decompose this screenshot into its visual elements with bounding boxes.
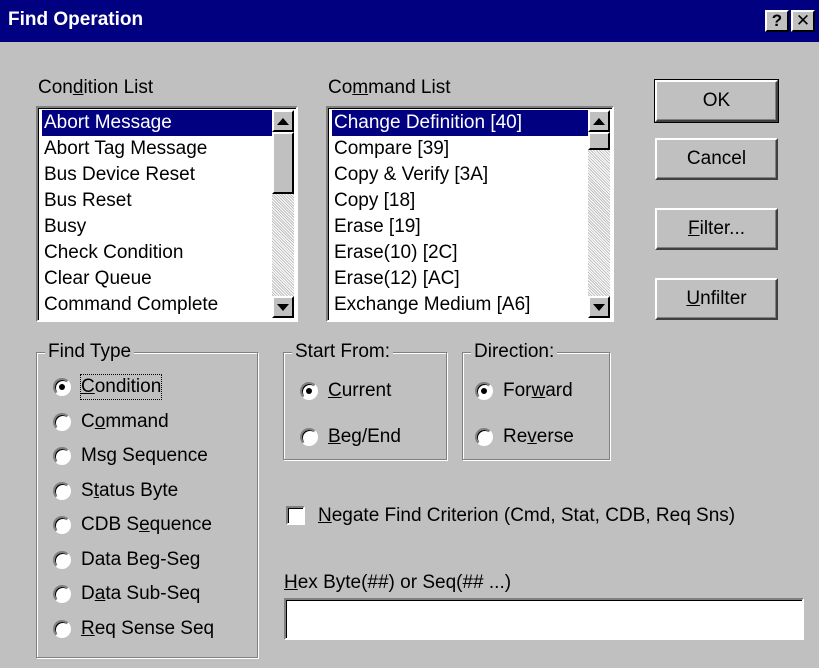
radio-selected-dot-icon xyxy=(59,384,65,390)
arrow-down-icon xyxy=(593,304,605,311)
command-list-label: Command List xyxy=(328,77,451,98)
start_from-option-label: Current xyxy=(328,380,392,401)
close-icon: ✕ xyxy=(795,11,811,30)
cancel-button[interactable]: Cancel xyxy=(655,138,778,180)
condition-list-items: Abort Message Abort Tag Message Bus Device… xyxy=(42,110,272,318)
start-from-group: Start From: Current Beg/End xyxy=(283,341,447,460)
find-type-group: Find Type Condition Command Msg Sequence St… xyxy=(36,341,258,658)
find_type-option-label: Command xyxy=(81,410,169,432)
command-list-item[interactable]: Erase [19] xyxy=(332,214,588,240)
arrow-down-icon xyxy=(277,304,289,311)
command-list-item[interactable]: Exchange Medium [A6] xyxy=(332,292,588,318)
arrow-up-icon xyxy=(277,118,289,125)
direction-title: Direction: xyxy=(471,341,558,363)
scroll-thumb[interactable] xyxy=(588,132,610,150)
command-list-items: Change Definition [40] Compare [39] Copy &… xyxy=(332,110,588,318)
radio-selected-dot-icon xyxy=(306,388,312,394)
hex-input[interactable] xyxy=(284,598,804,640)
find_type-option-label: CDB Sequence xyxy=(81,514,212,535)
hex-field-label: Hex Byte(##) or Seq(## ...) xyxy=(284,572,512,593)
direction-option-label: Reverse xyxy=(503,426,574,447)
radio-button[interactable] xyxy=(300,428,318,446)
start_from-option-label: Beg/End xyxy=(328,426,401,447)
unfilter-button[interactable]: Unfilter xyxy=(655,278,778,320)
radio-button[interactable] xyxy=(53,447,71,465)
condition-list-item[interactable]: Busy xyxy=(42,214,272,240)
find-type-title: Find Type xyxy=(45,341,135,363)
command-list-item[interactable]: Erase(10) [2C] xyxy=(332,240,588,266)
find_type-option-label: Status Byte xyxy=(81,479,179,501)
condition-list-item[interactable]: Bus Reset xyxy=(42,188,272,214)
find_type-option-label: Req Sense Seq xyxy=(81,617,215,639)
direction-group: Direction: Forward Reverse xyxy=(462,341,610,460)
condition-listbox[interactable]: Abort Message Abort Tag Message Bus Device… xyxy=(36,106,298,322)
radio-button[interactable] xyxy=(300,382,318,400)
filter-button[interactable]: Filter... xyxy=(655,208,778,250)
scroll-down-button[interactable] xyxy=(272,296,294,318)
radio-selected-dot-icon xyxy=(481,388,487,394)
window-title: Find Operation xyxy=(8,9,144,30)
radio-button[interactable] xyxy=(53,412,71,431)
scroll-up-button[interactable] xyxy=(588,110,610,132)
dialog-body: Condition List Abort Message Abort Tag Me… xyxy=(0,42,819,668)
negate-checkbox[interactable] xyxy=(286,506,305,525)
find_type-option-label: Data Beg-Seg xyxy=(81,548,201,570)
command-list-scrollbar[interactable] xyxy=(588,110,610,318)
negate-checkbox-row[interactable]: Negate Find Criterion (Cmd, Stat, CDB, R… xyxy=(286,504,806,530)
radio-button[interactable] xyxy=(53,378,71,396)
radio-button[interactable] xyxy=(475,428,493,446)
condition-list-item[interactable]: Abort Message xyxy=(42,110,272,136)
arrow-up-icon xyxy=(593,118,605,125)
condition-list-item[interactable]: Check Condition xyxy=(42,240,272,266)
find_type-option-label: Data Sub-Seq xyxy=(81,583,201,604)
radio-button[interactable] xyxy=(53,550,71,569)
condition-list-scrollbar[interactable] xyxy=(272,110,294,318)
ok-button[interactable]: OK xyxy=(654,79,779,123)
radio-button[interactable] xyxy=(53,481,71,500)
radio-button[interactable] xyxy=(53,585,71,603)
negate-label: Negate Find Criterion (Cmd, Stat, CDB, R… xyxy=(318,505,736,526)
start-from-title: Start From: xyxy=(292,341,394,363)
help-button[interactable]: ? xyxy=(765,10,789,32)
command-list-item[interactable]: Copy [18] xyxy=(332,188,588,214)
command-list-item[interactable]: Erase(12) [AC] xyxy=(332,266,588,292)
scroll-thumb[interactable] xyxy=(272,132,294,194)
scroll-down-button[interactable] xyxy=(588,296,610,318)
command-listbox[interactable]: Change Definition [40] Compare [39] Copy &… xyxy=(326,106,614,322)
scroll-up-button[interactable] xyxy=(272,110,294,132)
condition-list-item[interactable]: Command Complete xyxy=(42,292,272,318)
radio-button[interactable] xyxy=(475,382,493,400)
close-button[interactable]: ✕ xyxy=(791,10,815,32)
command-list-item[interactable]: Copy & Verify [3A] xyxy=(332,162,588,188)
condition-list-item[interactable]: Abort Tag Message xyxy=(42,136,272,162)
condition-list-label: Condition List xyxy=(38,77,154,98)
condition-list-item[interactable]: Bus Device Reset xyxy=(42,162,272,188)
find_type-option-label: Msg Sequence xyxy=(81,445,208,466)
command-list-item[interactable]: Compare [39] xyxy=(332,136,588,162)
title-bar: Find Operation ? ✕ xyxy=(0,0,819,42)
command-list-item[interactable]: Change Definition [40] xyxy=(332,110,588,136)
find_type-option-label: Condition xyxy=(79,374,163,400)
radio-button[interactable] xyxy=(53,619,71,638)
direction-option-label: Forward xyxy=(503,380,573,401)
condition-list-item[interactable]: Clear Queue xyxy=(42,266,272,292)
radio-button[interactable] xyxy=(53,516,71,534)
